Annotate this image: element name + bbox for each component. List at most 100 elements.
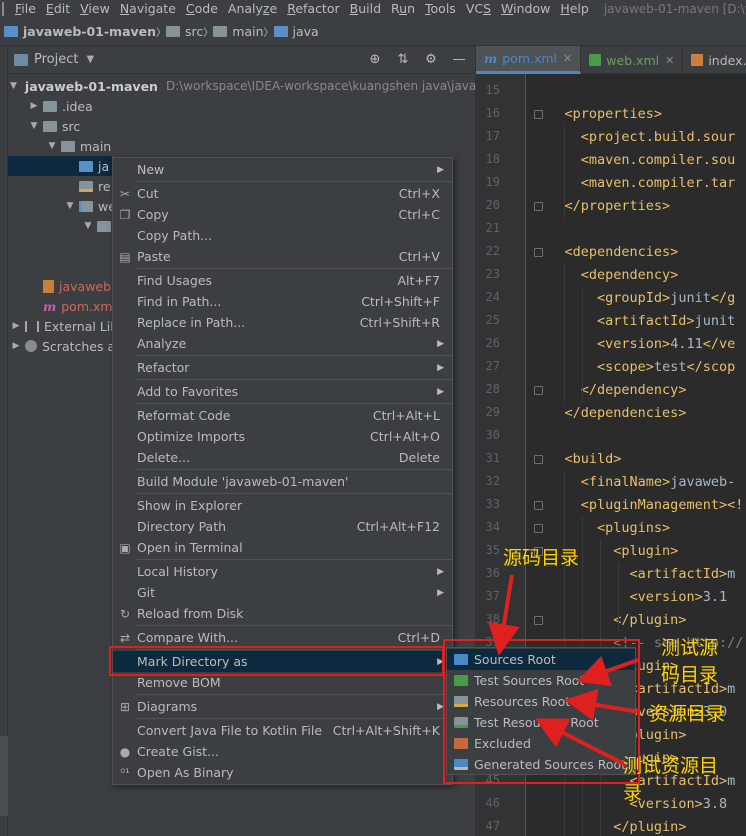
menu-item-reload-from-disk[interactable]: ↻ Reload from Disk xyxy=(113,603,452,624)
menu-item-label: Copy xyxy=(137,207,169,222)
menu-item-label: Open in Terminal xyxy=(137,540,243,555)
chevron-down-icon[interactable]: ▼ xyxy=(64,201,76,211)
maven-file-icon: m xyxy=(43,298,57,314)
menu-item-label: Delete... xyxy=(137,450,190,465)
tree-node[interactable]: ▼ src xyxy=(8,116,468,136)
menu-item-open-in-terminal[interactable]: ▣ Open in Terminal xyxy=(113,537,452,558)
github-icon: ● xyxy=(119,744,131,759)
diagrams-icon: ⊞ xyxy=(119,699,131,714)
menu-item-compare-with[interactable]: ⇄ Compare With... Ctrl+D xyxy=(113,627,452,648)
menu-item-new[interactable]: New ▶ xyxy=(113,159,452,180)
tree-node-label: External Lib xyxy=(44,318,119,334)
file-icon xyxy=(589,54,602,66)
menu-item-diagrams[interactable]: ⊞ Diagrams ▶ xyxy=(113,696,452,717)
chevron-down-icon[interactable]: ▼ xyxy=(28,121,40,131)
locate-icon[interactable]: ⊕ xyxy=(367,52,383,67)
project-panel-title[interactable]: Project xyxy=(34,52,78,67)
chevron-right-icon[interactable]: ▶ xyxy=(10,321,22,331)
menu-item-refactor[interactable]: Refactor ▶ xyxy=(113,357,452,378)
tab-index-js[interactable]: index.js xyxy=(683,46,746,74)
close-icon[interactable]: ✕ xyxy=(665,54,674,67)
line-number: 21 xyxy=(485,221,500,235)
menu-refactor[interactable]: Refactor xyxy=(282,0,344,18)
tree-node[interactable]: ▼ javaweb-01-maven D:\workspace\IDEA-works… xyxy=(8,76,486,96)
menu-item-find-in-path[interactable]: Find in Path... Ctrl+Shift+F xyxy=(113,291,452,312)
menu-item-directory-path[interactable]: Directory Path Ctrl+Alt+F12 xyxy=(113,516,452,537)
menu-item-delete[interactable]: Delete... Delete xyxy=(113,447,452,468)
breadcrumb-label: main xyxy=(232,24,264,39)
menu-item-show-in-explorer[interactable]: Show in Explorer xyxy=(113,495,452,516)
menu-vcs[interactable]: VCS xyxy=(461,0,496,18)
tab-web-xml[interactable]: web.xml ✕ xyxy=(581,46,684,74)
menu-view[interactable]: View xyxy=(75,0,115,18)
chevron-down-icon[interactable]: ▼ xyxy=(10,81,17,91)
menu-item-replace-in-path[interactable]: Replace in Path... Ctrl+Shift+R xyxy=(113,312,452,333)
favorites-tool-button[interactable] xyxy=(0,736,8,816)
menu-code[interactable]: Code xyxy=(181,0,223,18)
menu-analyze[interactable]: Analyze xyxy=(223,0,282,18)
menu-item-label: Analyze xyxy=(137,336,187,351)
code-line: <version>4.11</ve xyxy=(597,336,736,352)
breadcrumb-item[interactable]: java xyxy=(273,24,319,39)
menu-item-reformat-code[interactable]: Reformat Code Ctrl+Alt+L xyxy=(113,405,452,426)
menu-item-label: Cut xyxy=(137,186,159,201)
tab-label: index.js xyxy=(708,52,746,68)
menu-shortcut: Ctrl+Alt+Shift+K xyxy=(332,723,440,738)
window-title: javaweb-01-maven [D:\wo xyxy=(603,2,746,16)
menu-help[interactable]: Help xyxy=(555,0,594,18)
menu-item-convert-java-file-to-kotlin-file[interactable]: Convert Java File to Kotlin File Ctrl+Alt… xyxy=(113,720,452,741)
menu-item-build-module-javaweb-01-maven[interactable]: Build Module 'javaweb-01-maven' xyxy=(113,471,452,492)
chevron-down-icon[interactable]: ▼ xyxy=(46,141,58,151)
menu-item-copy-path[interactable]: Copy Path... xyxy=(113,225,452,246)
menu-item-optimize-imports[interactable]: Optimize Imports Ctrl+Alt+O xyxy=(113,426,452,447)
menu-item-find-usages[interactable]: Find Usages Alt+F7 xyxy=(113,270,452,291)
menu-item-create-gist[interactable]: ● Create Gist... xyxy=(113,741,452,762)
chevron-down-icon[interactable]: ▼ xyxy=(86,54,94,65)
code-line: <project.build.sour xyxy=(580,129,736,145)
breadcrumb-item[interactable]: main xyxy=(213,24,264,39)
line-number: 15 xyxy=(485,83,500,97)
code-line: <maven.compiler.tar xyxy=(580,175,736,191)
menu-edit[interactable]: Edit xyxy=(41,0,75,18)
menu-item-git[interactable]: Git ▶ xyxy=(113,582,452,603)
gear-icon[interactable]: ⚙ xyxy=(423,52,439,67)
menu-item-copy[interactable]: ❐ Copy Ctrl+C xyxy=(113,204,452,225)
menu-file[interactable]: File xyxy=(10,0,41,18)
menu-separator xyxy=(136,625,452,626)
tree-node[interactable]: ▶ .idea xyxy=(8,96,468,116)
folder-icon xyxy=(213,26,228,37)
chevron-right-icon[interactable]: ▶ xyxy=(10,341,22,351)
tree-node-label: re xyxy=(98,178,111,194)
line-number: 18 xyxy=(485,152,500,166)
menu-separator xyxy=(136,403,452,404)
menu-run[interactable]: Run xyxy=(386,0,420,18)
hide-icon[interactable]: — xyxy=(451,52,467,67)
breadcrumb-item[interactable]: javaweb-01-maven xyxy=(4,24,156,39)
menu-item-open-as-binary[interactable]: ⁰¹ Open As Binary xyxy=(113,762,452,783)
tree-node[interactable]: ja xyxy=(8,156,112,176)
menu-window[interactable]: Window xyxy=(496,0,555,18)
menu-item-local-history[interactable]: Local History ▶ xyxy=(113,561,452,582)
menu-navigate[interactable]: Navigate xyxy=(115,0,181,18)
menu-item-paste[interactable]: ▤ Paste Ctrl+V xyxy=(113,246,452,267)
tree-node-label: pom.xm xyxy=(61,298,113,314)
chevron-right-icon[interactable]: ▶ xyxy=(28,101,40,111)
project-panel-header: Project ▼ ⊕ ⇅ ⚙ — xyxy=(8,46,475,74)
collapse-icon[interactable]: ⇅ xyxy=(395,52,411,67)
breadcrumb-item[interactable]: src xyxy=(166,24,203,39)
menu-item-add-to-favorites[interactable]: Add to Favorites ▶ xyxy=(113,381,452,402)
tree-node[interactable]: ▼ main xyxy=(8,136,468,156)
tab-pom-xml[interactable]: m pom.xml ✕ xyxy=(476,46,582,74)
folder-icon xyxy=(273,26,288,37)
annotation-sources-root: 源码目录 xyxy=(503,547,580,569)
menu-tools[interactable]: Tools xyxy=(420,0,461,18)
menu-item-label: Compare With... xyxy=(137,630,238,645)
chevron-down-icon[interactable]: ▼ xyxy=(82,221,94,231)
code-line: <groupId>junit</g xyxy=(597,290,736,306)
menu-item-cut[interactable]: ✂ Cut Ctrl+X xyxy=(113,183,452,204)
menu-build[interactable]: Build xyxy=(345,0,386,18)
close-icon[interactable]: ✕ xyxy=(563,52,572,65)
menu-item-analyze[interactable]: Analyze ▶ xyxy=(113,333,452,354)
menu-item-label: Refactor xyxy=(137,360,190,375)
tree-node-label: ja xyxy=(98,158,110,174)
